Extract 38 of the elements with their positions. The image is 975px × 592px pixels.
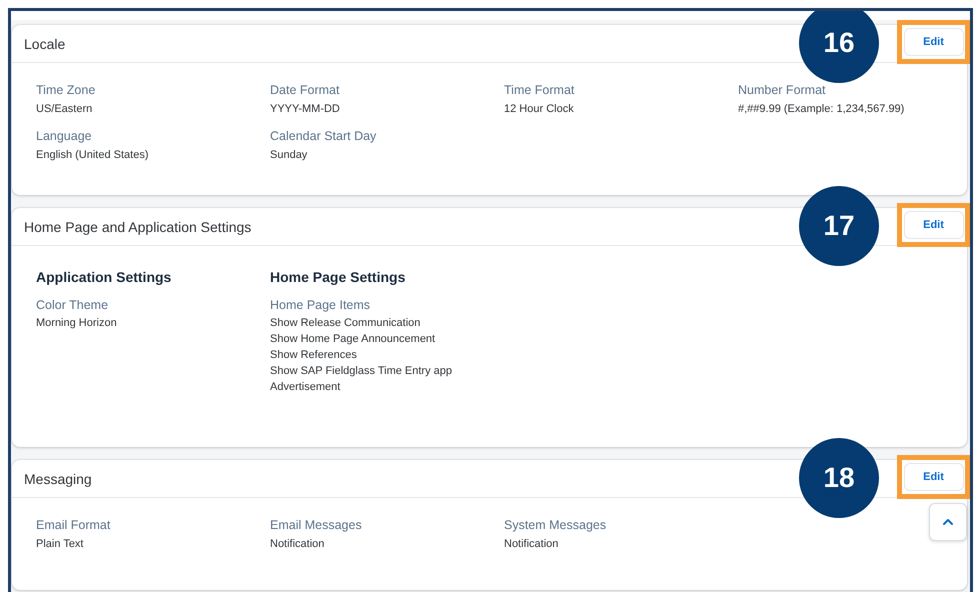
scroll-to-top-button[interactable] [929, 503, 967, 541]
step-number-badge: 17 [799, 186, 879, 266]
field-value: 12 Hour Clock [504, 102, 575, 117]
field-value: Show SAP Fieldglass Time Entry app [270, 364, 453, 379]
field-value: YYYY-MM-DD [270, 102, 341, 117]
field-value: US/Eastern [36, 102, 94, 117]
step-number-badge: 16 [799, 11, 879, 83]
group-heading: Application Settings [36, 269, 172, 285]
field-label: Language [36, 129, 93, 143]
field-value: Show Release Communication [270, 316, 422, 331]
group-heading: Home Page Settings [270, 269, 406, 285]
edit-button[interactable]: Edit [904, 463, 964, 491]
field-value: #,##9.99 (Example: 1,234,567.99) [738, 102, 906, 117]
field-value: Notification [270, 537, 326, 552]
field-value: Sunday [270, 148, 308, 163]
edit-button[interactable]: Edit [904, 28, 964, 56]
section-title: Home Page and Application Settings [24, 218, 252, 234]
field-label: Date Format [270, 83, 340, 97]
field-label: Email Format [36, 518, 112, 532]
field-value: Show Home Page Announcement [270, 332, 436, 347]
field-label: Calendar Start Day [270, 129, 378, 143]
step-number-badge: 18 [799, 438, 879, 518]
field-value: Morning Horizon [36, 316, 118, 331]
field-value: Plain Text [36, 537, 84, 552]
field-label: Time Format [504, 83, 576, 97]
field-label: System Messages [504, 518, 608, 532]
field-label: Color Theme [36, 298, 110, 312]
section-title: Messaging [24, 470, 92, 486]
field-value: Show References [270, 348, 358, 363]
section-title: Locale [24, 36, 66, 52]
field-label: Email Messages [270, 518, 363, 532]
field-label: Home Page Items [270, 298, 372, 312]
field-value: Advertisement [270, 380, 342, 395]
field-label: Number Format [738, 83, 827, 97]
field-value: Notification [504, 537, 560, 552]
field-label: Time Zone [36, 83, 96, 97]
edit-button[interactable]: Edit [904, 211, 964, 239]
field-value: English (United States) [36, 148, 150, 163]
